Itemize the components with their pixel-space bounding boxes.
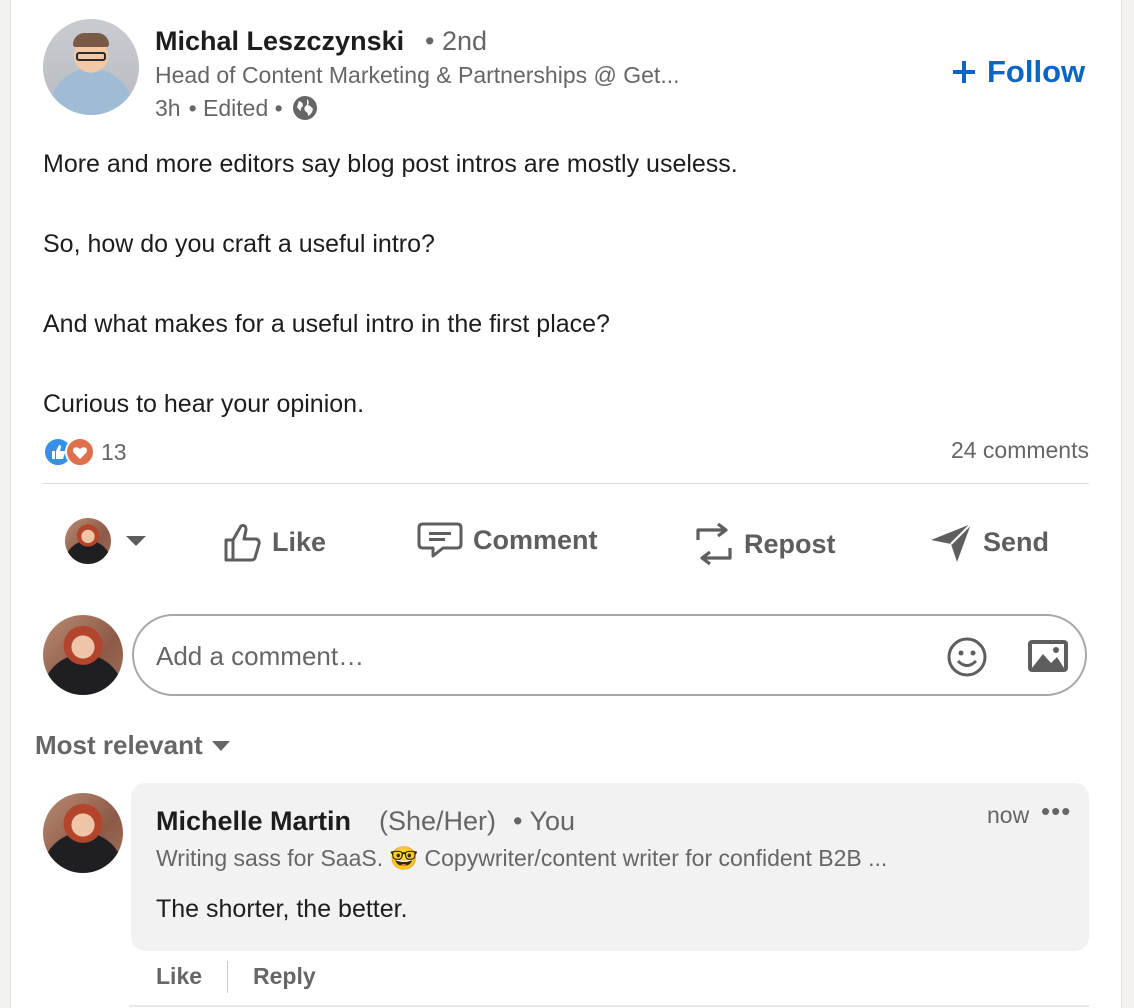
send-icon: [931, 523, 972, 562]
commenter-headline: Writing sass for SaaS. 🤓 Copywriter/cont…: [156, 845, 888, 871]
love-reaction-icon: [65, 437, 95, 467]
post-body: More and more editors say blog post intr…: [43, 144, 738, 464]
author-headline: Head of Content Marketing & Partnerships…: [155, 62, 680, 88]
comment-label: Comment: [473, 524, 598, 555]
comment-more-button[interactable]: •••: [1041, 796, 1071, 827]
comment-reply-button[interactable]: Reply: [253, 963, 316, 990]
caret-down-icon: [211, 740, 230, 751]
post-paragraph: Curious to hear your opinion.: [43, 390, 365, 418]
post-time: 3h: [155, 94, 181, 121]
author-name[interactable]: Michal Leszczynski: [155, 26, 404, 57]
avatar-glasses: [76, 52, 106, 61]
follow-button[interactable]: Follow: [951, 54, 1085, 90]
post-card: Michal Leszczynski • 2nd Head of Content…: [10, 0, 1122, 1008]
commenter-pronouns: (She/Her): [379, 806, 497, 836]
author-avatar[interactable]: [43, 19, 139, 115]
emoji-icon[interactable]: [946, 636, 988, 678]
comment-time: now: [987, 802, 1030, 828]
comment-actions-divider: [227, 961, 228, 993]
reaction-count: 13: [101, 438, 127, 465]
plus-icon: [953, 61, 975, 83]
post-paragraph: More and more editors say blog post intr…: [43, 150, 738, 178]
send-button[interactable]: Send: [929, 520, 1049, 564]
divider: [129, 1005, 1089, 1007]
commenter-name[interactable]: Michelle Martin: [156, 806, 351, 837]
reactions-summary[interactable]: 13: [43, 437, 127, 467]
post-meta: 3h • Edited •: [155, 94, 319, 122]
my-avatar[interactable]: [43, 615, 123, 695]
commenter-you-badge: • You: [513, 806, 576, 836]
avatar-hair: [73, 33, 109, 47]
globe-icon: [292, 96, 317, 120]
connection-degree: • 2nd: [425, 26, 488, 56]
caret-down-icon: [126, 536, 146, 546]
my-avatar-small: [65, 518, 111, 564]
comment-input[interactable]: [154, 632, 918, 680]
sort-label: Most relevant: [35, 730, 203, 760]
comment-box: [132, 614, 1087, 696]
divider: [42, 483, 1089, 484]
comments-count[interactable]: 24 comments: [951, 437, 1089, 464]
comment-like-button[interactable]: Like: [156, 963, 202, 990]
commenter-avatar[interactable]: [43, 793, 123, 873]
repost-label: Repost: [744, 528, 836, 559]
post-paragraph: And what makes for a useful intro in the…: [43, 310, 610, 338]
thumbs-up-icon: [224, 524, 261, 562]
comment-icon: [417, 522, 463, 558]
post-paragraph: So, how do you craft a useful intro?: [43, 230, 435, 258]
repost-button[interactable]: Repost: [694, 520, 836, 568]
like-button[interactable]: Like: [222, 520, 326, 564]
like-label: Like: [272, 526, 327, 557]
comment-text: The shorter, the better.: [156, 895, 408, 923]
follow-label: Follow: [987, 54, 1086, 89]
comment-button[interactable]: Comment: [417, 520, 598, 560]
repost-icon: [696, 522, 732, 566]
sort-dropdown[interactable]: Most relevant: [35, 730, 231, 761]
image-icon[interactable]: [1026, 638, 1070, 674]
reaction-identity-selector[interactable]: [65, 518, 147, 564]
post-edited: • Edited •: [188, 94, 283, 121]
send-label: Send: [983, 526, 1050, 557]
